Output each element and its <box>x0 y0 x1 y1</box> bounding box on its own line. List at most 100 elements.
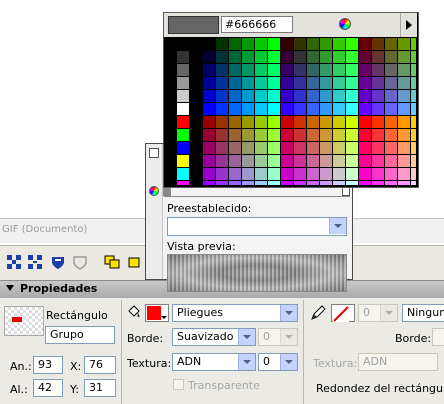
swatch-cell <box>398 155 410 167</box>
swatch-cell <box>281 116 293 128</box>
swatch-cell <box>411 129 416 141</box>
stroke-type-select[interactable]: Ninguno <box>402 304 444 322</box>
texture-select[interactable]: ADN <box>172 353 256 371</box>
shield-outline-icon[interactable] <box>72 254 88 270</box>
swatch-cell <box>307 181 319 185</box>
swatch-cell <box>333 51 345 63</box>
swatch-cell <box>385 64 397 76</box>
chevron-down-icon[interactable] <box>238 354 255 370</box>
swatch-cell <box>294 116 306 128</box>
swatch-cell <box>398 103 410 115</box>
swatch-cell <box>385 51 397 63</box>
width-label: An.: <box>10 360 32 373</box>
swatch-cell <box>203 103 215 115</box>
swatch-cell <box>333 129 345 141</box>
chevron-down-icon[interactable] <box>280 305 297 321</box>
transparent-checkbox[interactable] <box>173 379 184 390</box>
swatch-cell <box>307 64 319 76</box>
swatch-cell <box>190 77 202 89</box>
swatch-cell <box>411 168 416 180</box>
swatch-cell <box>346 77 358 89</box>
swatch-cell <box>320 168 332 180</box>
swatch-cell <box>203 168 215 180</box>
swatches-menu-arrow-icon[interactable] <box>400 13 417 37</box>
pencil-icon <box>311 305 326 320</box>
fill-color-button[interactable] <box>145 304 169 322</box>
ungroup-icon[interactable] <box>128 254 144 270</box>
swatch-cell <box>346 181 358 185</box>
swatch-cell <box>268 51 280 63</box>
swatch-cell <box>320 181 332 185</box>
swatch-cell <box>359 51 371 63</box>
swatch-cell <box>164 155 176 167</box>
swatch-cell <box>320 116 332 128</box>
swatch-cell <box>203 64 215 76</box>
swatch-cell <box>320 155 332 167</box>
swatch-cell <box>164 51 176 63</box>
swatch-cell <box>229 116 241 128</box>
swatch-cell <box>242 51 254 63</box>
swatch-cell <box>333 103 345 115</box>
swatch-cell <box>398 90 410 102</box>
swatch-cell <box>190 181 202 185</box>
swatch-cell <box>320 90 332 102</box>
chevron-down-icon[interactable] <box>280 354 297 370</box>
texture-amount-select[interactable]: 0 <box>258 353 298 371</box>
swatch-cell <box>359 155 371 167</box>
edge-label: Borde: <box>127 332 164 345</box>
hex-color-input[interactable]: #666666 <box>221 16 293 33</box>
y-field[interactable]: 31 <box>84 379 116 397</box>
swatch-cell <box>294 142 306 154</box>
shield-icon[interactable] <box>50 254 66 270</box>
y-label: Y: <box>70 383 79 396</box>
swatch-cell <box>281 129 293 141</box>
swatch-cell <box>216 155 228 167</box>
swatch-cell <box>216 181 228 185</box>
x-field[interactable]: 76 <box>84 356 116 374</box>
swatch-cell <box>229 103 241 115</box>
swatch-cell <box>307 103 319 115</box>
swatch-cell <box>398 38 410 50</box>
swatch-cell <box>268 142 280 154</box>
swatch-cell <box>255 90 267 102</box>
swatch-cell <box>294 168 306 180</box>
swatch-cell <box>385 155 397 167</box>
group-icon[interactable] <box>104 254 120 270</box>
stroke-color-button[interactable] <box>331 304 355 322</box>
swatch-cell <box>359 64 371 76</box>
swatch-cell <box>255 103 267 115</box>
swatch-cell <box>346 116 358 128</box>
chevron-down-icon[interactable] <box>238 329 255 345</box>
collapse-arrow-icon[interactable] <box>6 285 14 291</box>
swatch-cell <box>190 103 202 115</box>
popup-handle-icon[interactable] <box>149 148 159 158</box>
swatch-cell <box>164 64 176 76</box>
color-picker-icon[interactable] <box>339 18 351 30</box>
swatch-cell <box>294 38 306 50</box>
preset-label: Preestablecido: <box>167 202 252 215</box>
document-title[interactable]: GIF (Documento) <box>2 224 87 235</box>
distribute-icon[interactable] <box>27 254 43 270</box>
edge-select[interactable]: Suavizado <box>172 328 256 346</box>
swatch-cell <box>320 129 332 141</box>
swatch-cell <box>398 129 410 141</box>
group-name-field[interactable]: Grupo <box>45 326 115 344</box>
swatch-cell <box>177 116 189 128</box>
swatch-grid[interactable] <box>164 38 416 185</box>
swatch-cell <box>216 142 228 154</box>
chevron-down-icon[interactable] <box>329 218 346 234</box>
height-field[interactable]: 42 <box>33 379 63 397</box>
align-icon[interactable] <box>6 254 22 270</box>
fill-type-select[interactable]: Pliegues <box>172 304 298 322</box>
swatch-cell <box>411 142 416 154</box>
color-wheel-icon[interactable] <box>149 186 159 196</box>
swatch-cell <box>255 64 267 76</box>
swatch-cell <box>203 38 215 50</box>
preset-select[interactable] <box>167 217 347 236</box>
swatch-cell <box>398 51 410 63</box>
edge-value: Suavizado <box>177 330 234 343</box>
width-field[interactable]: 93 <box>33 356 63 374</box>
swatch-cell <box>411 38 416 50</box>
no-color-icon <box>333 306 349 322</box>
swatch-cell <box>294 64 306 76</box>
